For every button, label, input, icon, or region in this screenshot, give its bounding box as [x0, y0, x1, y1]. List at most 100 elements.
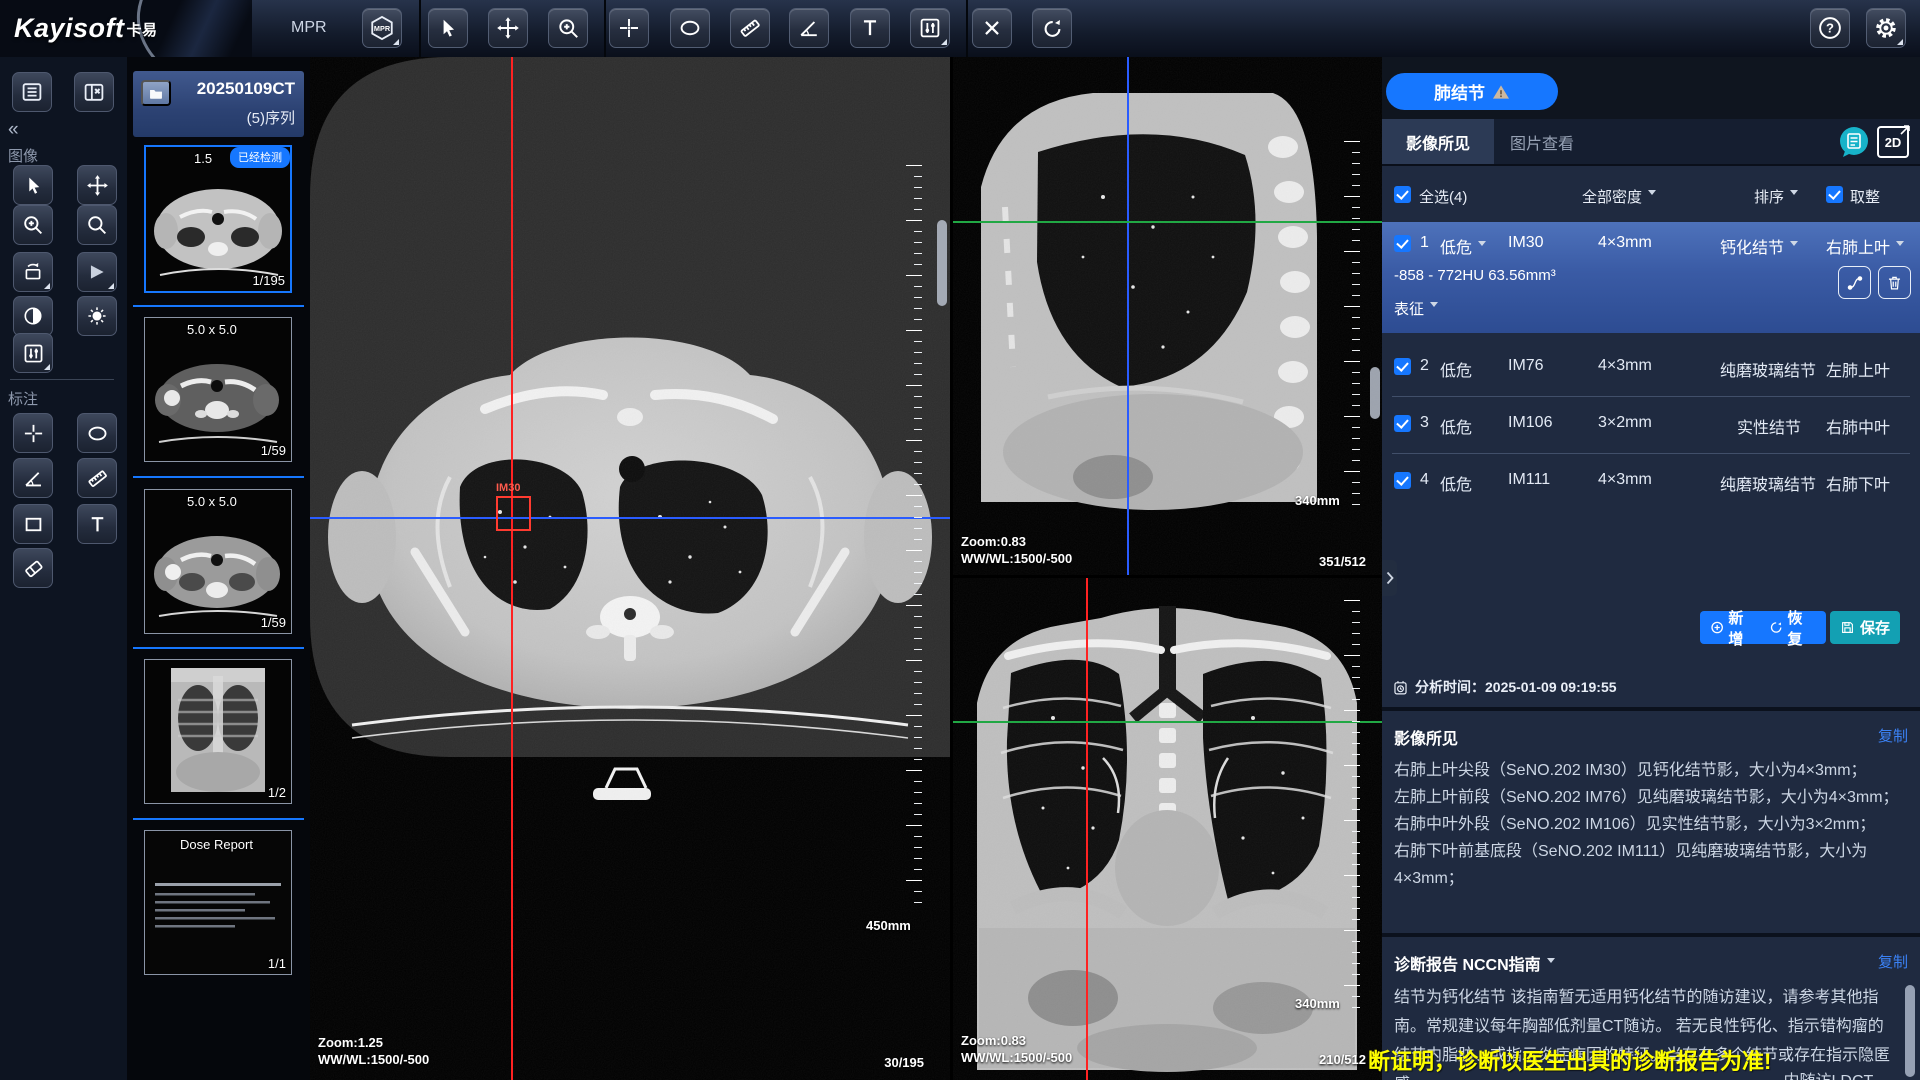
annotate-angle-button[interactable]: [13, 458, 53, 498]
close-layout-button[interactable]: [74, 72, 114, 112]
mpr-layout-button[interactable]: MPR: [362, 8, 402, 48]
sidebar-brightness-button[interactable]: [77, 296, 117, 336]
nodule-filter-row: 全选(4) 全部密度 排序 取整: [1382, 168, 1920, 218]
ruler-tool-button[interactable]: [730, 8, 770, 48]
panel-collapse-chevron[interactable]: [1382, 560, 1397, 596]
angle-icon: [22, 467, 45, 490]
select-all-checkbox[interactable]: [1394, 186, 1411, 203]
mode-2d-button[interactable]: 2D: [1877, 126, 1909, 158]
annotate-text-button[interactable]: [77, 504, 117, 544]
nodule-image-id: IM76: [1508, 357, 1544, 375]
settings-button[interactable]: [1866, 8, 1906, 48]
tab-image-view[interactable]: 图片查看: [1500, 119, 1584, 164]
thumbnail-counter: 1/59: [261, 615, 286, 630]
reset-rotate-button[interactable]: [1032, 8, 1072, 48]
report-section-title[interactable]: 诊断报告 NCCN指南: [1394, 951, 1555, 975]
sidebar-select-button[interactable]: [13, 165, 53, 205]
lung-nodule-pill-button[interactable]: 肺结节: [1386, 73, 1558, 110]
select-all-label[interactable]: 全选(4): [1419, 186, 1467, 207]
open-study-button[interactable]: [141, 80, 171, 106]
restore-button[interactable]: 恢复: [1767, 607, 1826, 649]
annotate-eraser-button[interactable]: [13, 548, 53, 588]
coronal-viewport[interactable]: 340mm Zoom:0.83 WW/WL:1500/-500 210/512: [953, 578, 1382, 1080]
save-button[interactable]: 保存: [1830, 611, 1900, 644]
round-values-label[interactable]: 取整: [1850, 186, 1880, 207]
report-scrollbar-thumb[interactable]: [1905, 985, 1915, 1077]
annotate-crosshair-button[interactable]: [13, 413, 53, 453]
series-list-button[interactable]: [12, 72, 52, 112]
report-bubble-button[interactable]: [1837, 125, 1871, 159]
nodule-row-selected[interactable]: 1 低危 IM30 4×3mm 钙化结节 右肺上叶 -858 - 772HU 6…: [1382, 222, 1920, 333]
sagittal-viewport[interactable]: 340mm Zoom:0.83 WW/WL:1500/-500 351/512: [953, 57, 1382, 575]
series-thumbnail-4[interactable]: 1/2: [144, 659, 292, 804]
ellipse-icon: [86, 422, 109, 445]
nodule-feature-dropdown[interactable]: 表征: [1394, 298, 1438, 319]
sidebar-rotate-button[interactable]: [13, 252, 53, 292]
nodule-row[interactable]: 4 低危 IM111 4×3mm 纯磨玻璃结节 右肺下叶: [1382, 454, 1920, 509]
sidebar-magnify-button[interactable]: [77, 205, 117, 245]
collapse-sidebar-button[interactable]: «: [8, 119, 19, 141]
close-x-icon: [981, 17, 1003, 39]
annotate-rect-button[interactable]: [13, 504, 53, 544]
findings-copy-link[interactable]: 复制: [1878, 725, 1908, 746]
delete-annotation-button[interactable]: [972, 8, 1012, 48]
axial-scrollbar-thumb[interactable]: [937, 220, 947, 306]
annotate-ruler-button[interactable]: [77, 458, 117, 498]
warning-icon: [1492, 84, 1510, 100]
sidebar-window-level-button[interactable]: [13, 333, 53, 373]
ellipse-tool-button[interactable]: [670, 8, 710, 48]
zoom-tool-button[interactable]: [548, 8, 588, 48]
nodule-type-dropdown[interactable]: 钙化结节: [1720, 234, 1798, 258]
study-header[interactable]: 20250109CT (5)序列: [133, 71, 304, 137]
angle-tool-button[interactable]: [789, 8, 829, 48]
nodule-risk-dropdown[interactable]: 低危: [1440, 234, 1486, 258]
pan-tool-button[interactable]: [488, 8, 528, 48]
image-section-label: 图像: [8, 145, 38, 166]
sidebar-zoom-in-button[interactable]: [13, 205, 53, 245]
nodule-image-id: IM106: [1508, 414, 1552, 432]
nodule-location-dropdown[interactable]: 右肺上叶: [1826, 234, 1904, 258]
select-tool-button[interactable]: [428, 8, 468, 48]
sagittal-window-label: WW/WL:1500/-500: [961, 551, 1072, 566]
nodule-panel: 肺结节 影像所见 图片查看 2D 全选(4) 全部密度: [1382, 57, 1920, 1080]
round-values-checkbox[interactable]: [1826, 186, 1843, 203]
nodule-image-id: IM30: [1508, 234, 1544, 252]
report-copy-link[interactable]: 复制: [1878, 951, 1908, 972]
add-nodule-button[interactable]: 新增: [1700, 607, 1767, 649]
zoom-in-icon: [22, 214, 44, 236]
nodule-checkbox[interactable]: [1394, 415, 1411, 432]
annotate-ellipse-button[interactable]: [77, 413, 117, 453]
nodule-row[interactable]: 2 低危 IM76 4×3mm 纯磨玻璃结节 左肺上叶: [1382, 340, 1920, 395]
thumbnail-counter: 1/195: [252, 273, 285, 288]
panel-tabstrip: 影像所见 图片查看 2D: [1382, 119, 1920, 166]
sort-dropdown[interactable]: 排序: [1754, 186, 1798, 207]
series-thumbnail-1[interactable]: 1.5 已经检测 1/195: [144, 145, 292, 293]
nodule-checkbox[interactable]: [1394, 235, 1411, 252]
crosshair-tool-button[interactable]: [609, 8, 649, 48]
tab-imaging-findings[interactable]: 影像所见: [1382, 119, 1494, 164]
axial-scale-label: 450mm: [866, 918, 911, 933]
density-filter-dropdown[interactable]: 全部密度: [1582, 186, 1656, 207]
series-thumbnail-5[interactable]: Dose Report 1/1: [144, 830, 292, 975]
text-tool-button[interactable]: [850, 8, 890, 48]
window-level-icon: [918, 16, 942, 40]
nodule-checkbox[interactable]: [1394, 358, 1411, 375]
sidebar-pan-button[interactable]: [77, 165, 117, 205]
coronal-crosshair-vertical: [1086, 578, 1088, 1080]
rotate-ccw-icon: [1041, 17, 1064, 40]
sidebar-flip-button[interactable]: [77, 252, 117, 292]
nodule-checkbox[interactable]: [1394, 472, 1411, 489]
series-thumbnail-2[interactable]: 5.0 x 5.0 1/59: [144, 317, 292, 462]
nodule-row[interactable]: 3 低危 IM106 3×2mm 实性结节 右肺中叶: [1382, 397, 1920, 452]
help-button[interactable]: ?: [1810, 8, 1850, 48]
window-level-button[interactable]: [910, 8, 950, 48]
axial-viewport[interactable]: IM30 450mm Zoom:1.25 WW/WL:1500/-500 30/…: [310, 57, 950, 1080]
sagittal-scrollbar-thumb[interactable]: [1370, 367, 1380, 419]
sidebar-invert-button[interactable]: [13, 296, 53, 336]
thumbnail-separator: [133, 476, 304, 478]
chevron-right-icon: [1386, 571, 1394, 585]
nodule-delete-button[interactable]: [1878, 266, 1911, 299]
nodule-curve-button[interactable]: [1838, 266, 1871, 299]
series-thumbnail-3[interactable]: 5.0 x 5.0 1/59: [144, 489, 292, 634]
nodule-roi-box[interactable]: [496, 496, 531, 531]
